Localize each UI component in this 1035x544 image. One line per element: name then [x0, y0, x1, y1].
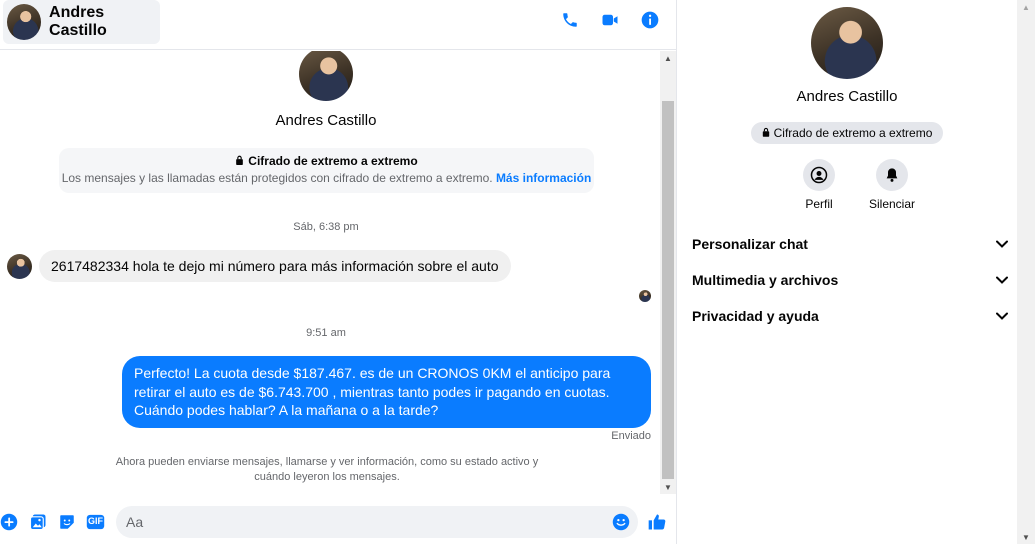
- message-composer: GIF: [0, 504, 676, 540]
- gif-label: GIF: [88, 516, 103, 526]
- profile-button[interactable]: Perfil: [797, 159, 841, 211]
- incoming-message-bubble[interactable]: 2617482334 hola te dejo mi número para m…: [39, 250, 511, 282]
- avatar[interactable]: [7, 253, 32, 279]
- scroll-down-arrow-icon[interactable]: ▼: [660, 480, 676, 494]
- scroll-thumb[interactable]: [662, 101, 674, 479]
- scroll-down-arrow-icon[interactable]: ▼: [1017, 530, 1035, 544]
- encryption-description: Los mensajes y las llamadas están proteg…: [61, 171, 493, 185]
- mute-label: Silenciar: [868, 197, 916, 211]
- lock-icon: [762, 126, 770, 140]
- conversation-profile: Andres Castillo: [0, 51, 652, 129]
- connection-notice: Ahora pueden enviarse mensajes, llamarse…: [115, 456, 539, 483]
- chat-pane: Andres Castillo Andres Castillo Cifrado …: [0, 0, 677, 544]
- emoji-icon[interactable]: [612, 513, 630, 531]
- encryption-text: Los mensajes y las llamadas están proteg…: [59, 171, 594, 185]
- message-input-wrapper: [116, 506, 638, 538]
- image-icon[interactable]: [29, 513, 47, 531]
- section-title: Privacidad y ayuda: [692, 308, 819, 324]
- section-media-files[interactable]: Multimedia y archivos: [692, 266, 1008, 294]
- info-icon[interactable]: [640, 10, 660, 30]
- info-contact-name: Andres Castillo: [796, 88, 898, 105]
- incoming-message-row: 2617482334 hola te dejo mi número para m…: [7, 250, 511, 282]
- encryption-title: Cifrado de extremo a extremo: [59, 154, 594, 168]
- bell-icon: [876, 159, 908, 191]
- chevron-down-icon: [996, 271, 1008, 289]
- profile-icon: [803, 159, 835, 191]
- header-actions: [560, 10, 660, 30]
- encryption-badge-text: Cifrado de extremo a extremo: [773, 126, 933, 140]
- conversation-profile-name: Andres Castillo: [275, 112, 377, 129]
- avatar: [7, 4, 42, 40]
- message-input[interactable]: [126, 512, 606, 532]
- header-contact-name: Andres Castillo: [49, 4, 107, 39]
- sticker-icon[interactable]: [58, 513, 76, 531]
- message-timestamp: 9:51 am: [306, 327, 346, 339]
- section-customize-chat[interactable]: Personalizar chat: [692, 230, 1008, 258]
- section-title: Personalizar chat: [692, 236, 808, 252]
- header-contact-button[interactable]: Andres Castillo: [3, 0, 160, 44]
- avatar[interactable]: [299, 51, 353, 101]
- profile-label: Perfil: [805, 197, 833, 211]
- encryption-title-text: Cifrado de extremo a extremo: [248, 154, 418, 168]
- outgoing-message-bubble[interactable]: Perfecto! La cuota desde $187.467. es de…: [122, 356, 651, 428]
- window-scrollbar[interactable]: ▲ ▼: [1017, 0, 1035, 544]
- chat-header: Andres Castillo: [0, 0, 676, 50]
- chevron-down-icon: [996, 307, 1008, 325]
- scroll-up-arrow-icon[interactable]: ▲: [660, 51, 676, 65]
- encryption-notice: Cifrado de extremo a extremo Los mensaje…: [59, 148, 594, 193]
- info-actions: Perfil Silenciar: [797, 159, 915, 211]
- encryption-badge: Cifrado de extremo a extremo: [750, 122, 944, 144]
- conversation-info-panel: Andres Castillo Cifrado de extremo a ext…: [677, 0, 1017, 544]
- more-info-link[interactable]: Más información: [496, 171, 591, 185]
- lock-icon: [235, 154, 244, 168]
- avatar[interactable]: [811, 7, 883, 79]
- chevron-down-icon: [996, 235, 1008, 253]
- thumbs-up-icon[interactable]: [647, 512, 667, 532]
- message-list: Andres Castillo Cifrado de extremo a ext…: [0, 51, 660, 494]
- gif-icon[interactable]: GIF: [86, 513, 105, 531]
- video-camera-icon[interactable]: [600, 10, 620, 30]
- mute-button[interactable]: Silenciar: [869, 159, 915, 211]
- message-timestamp: Sáb, 6:38 pm: [293, 221, 359, 233]
- phone-icon[interactable]: [560, 10, 580, 30]
- seen-receipt-avatar: [639, 290, 651, 302]
- section-privacy-help[interactable]: Privacidad y ayuda: [692, 302, 1008, 330]
- scroll-up-arrow-icon[interactable]: ▲: [1017, 0, 1035, 14]
- message-scrollbar[interactable]: ▲ ▼: [660, 51, 676, 494]
- section-title: Multimedia y archivos: [692, 272, 839, 288]
- plus-icon[interactable]: [0, 513, 18, 531]
- info-profile: Andres Castillo Cifrado de extremo a ext…: [677, 7, 1017, 144]
- sent-status: Enviado: [611, 430, 651, 442]
